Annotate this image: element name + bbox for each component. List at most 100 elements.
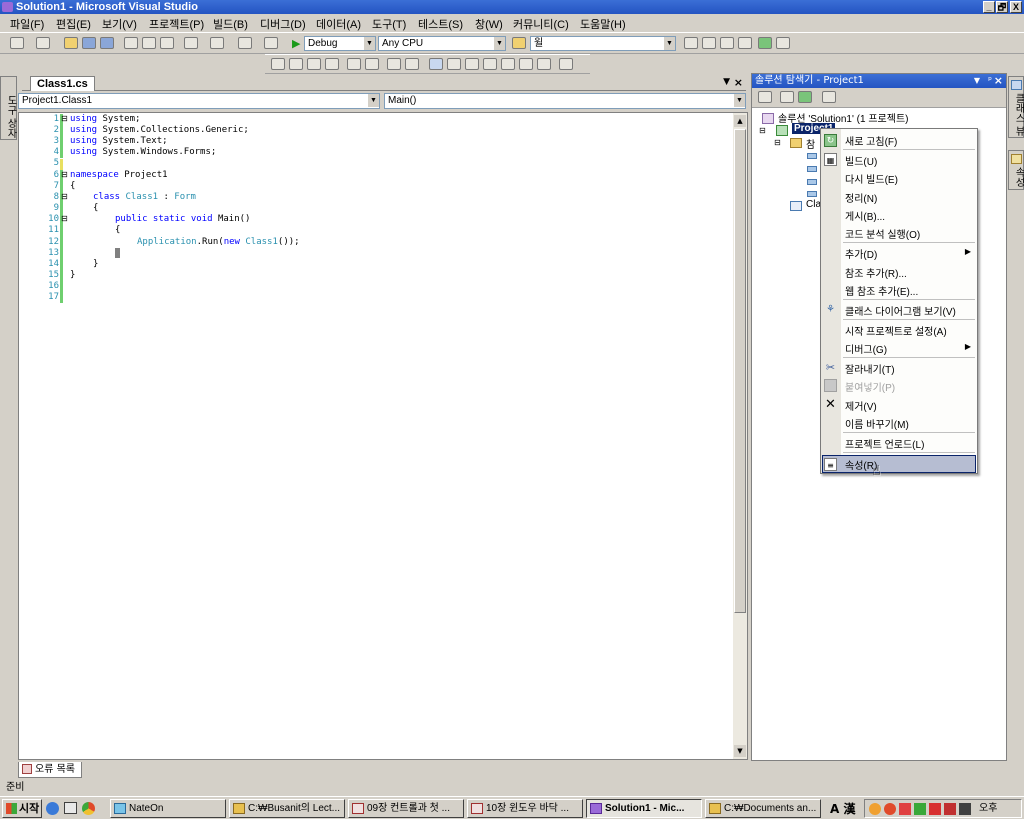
prev-bookmark-folder-icon[interactable] <box>483 58 497 70</box>
menu-debug[interactable]: 디버그(D) <box>260 16 306 32</box>
command-window-icon[interactable] <box>776 37 790 49</box>
collapse-icon[interactable]: ⊟ <box>759 126 766 135</box>
tray-app-icon[interactable] <box>884 803 896 815</box>
collapse-icon[interactable]: ⊟ <box>61 170 68 179</box>
add-item-icon[interactable] <box>36 37 50 49</box>
taskbar-item-visual-studio[interactable]: Solution1 - Mic... <box>586 799 702 818</box>
menu-debug[interactable]: 디버그(G) <box>845 341 887 356</box>
tray-app-icon[interactable] <box>929 803 941 815</box>
menu-add[interactable]: 추가(D) <box>845 246 877 261</box>
decrease-indent-icon[interactable] <box>347 58 361 70</box>
previous-bookmark-icon[interactable] <box>447 58 461 70</box>
copy-icon[interactable] <box>142 37 156 49</box>
start-button[interactable]: 시작 <box>2 799 42 818</box>
ime-language-indicator[interactable]: A 漢 <box>830 800 855 817</box>
object-browser-icon[interactable] <box>720 37 734 49</box>
menu-build[interactable]: 빌드(U) <box>845 153 877 168</box>
solution-explorer-icon[interactable] <box>684 37 698 49</box>
menu-data[interactable]: 데이터(A) <box>316 16 361 32</box>
menu-window[interactable]: 창(W) <box>475 16 503 32</box>
menu-project[interactable]: 프로젝트(P) <box>149 16 204 32</box>
prev-bookmark-doc-icon[interactable] <box>519 58 533 70</box>
menu-publish[interactable]: 게시(B)... <box>845 208 885 223</box>
close-button[interactable]: X <box>1010 1 1022 13</box>
menu-rename[interactable]: 이름 바꾸기(M) <box>845 416 909 431</box>
code-editor[interactable]: 1 2 3 4 5 6 7 8 9 10 11 12 13 14 15 16 1… <box>18 112 748 760</box>
navigate-back-icon[interactable] <box>238 37 252 49</box>
solution-config-combo[interactable]: Debug ▼ <box>304 36 376 51</box>
class-combo[interactable]: Project1.Class1 ▼ <box>18 93 380 109</box>
find-combo[interactable]: 윌 ▼ <box>530 36 676 51</box>
open-file-icon[interactable] <box>64 37 78 49</box>
taskbar-item-doc-10[interactable]: 10장 윈도우 바닥 ... <box>467 799 583 818</box>
menu-view[interactable]: 보기(V) <box>102 16 137 32</box>
tab-list-dropdown-icon[interactable]: ▼ <box>723 77 730 87</box>
tab-class1[interactable]: Class1.cs <box>30 76 95 91</box>
solution-explorer-title-bar[interactable]: 솔루션 탐색기 - Project1 ▼ ᵖ × <box>752 74 1006 88</box>
show-all-files-icon[interactable] <box>780 91 794 103</box>
toolbox-strip[interactable]: 도구 상자 <box>0 76 17 140</box>
save-all-icon[interactable] <box>100 37 114 49</box>
close-panel-icon[interactable]: × <box>994 74 1003 88</box>
menu-rebuild[interactable]: 다시 빌드(E) <box>845 171 898 186</box>
tray-app-icon[interactable] <box>914 803 926 815</box>
menu-cut[interactable]: 잘라내기(T) <box>845 361 895 376</box>
menu-clean[interactable]: 정리(N) <box>845 190 877 205</box>
restore-button[interactable]: 🗗 <box>996 1 1008 13</box>
error-list-tab[interactable]: 오류 목록 <box>18 762 82 778</box>
member-combo[interactable]: Main() ▼ <box>384 93 746 109</box>
parameter-info-icon[interactable] <box>289 58 303 70</box>
menu-tools[interactable]: 도구(T) <box>372 16 406 32</box>
menu-file[interactable]: 파일(F) <box>10 16 44 32</box>
redo-icon[interactable] <box>210 37 224 49</box>
scroll-thumb[interactable] <box>734 129 746 613</box>
collapse-icon[interactable]: ⊟ <box>61 114 68 123</box>
navigate-forward-icon[interactable] <box>264 37 278 49</box>
complete-word-icon[interactable] <box>325 58 339 70</box>
properties-strip[interactable]: 속성 <box>1008 150 1024 190</box>
menu-code-analysis[interactable]: 코드 분석 실행(O) <box>845 226 920 241</box>
view-class-diagram-icon[interactable] <box>822 91 836 103</box>
menu-test[interactable]: 테스트(S) <box>418 16 463 32</box>
save-icon[interactable] <box>82 37 96 49</box>
class-view-strip[interactable]: 클래스 뷰 <box>1008 76 1024 138</box>
menu-set-startup[interactable]: 시작 프로젝트로 설정(A) <box>845 323 947 338</box>
menu-add-web-reference[interactable]: 웹 참조 추가(E)... <box>845 283 918 298</box>
collapse-icon[interactable]: ⊟ <box>61 192 68 201</box>
taskbar-item-doc-09[interactable]: 09장 컨트롤과 첫 ... <box>348 799 464 818</box>
undo-icon[interactable] <box>184 37 198 49</box>
paste-icon[interactable] <box>160 37 174 49</box>
comment-icon[interactable] <box>387 58 401 70</box>
object-members-icon[interactable] <box>271 58 285 70</box>
next-bookmark-icon[interactable] <box>465 58 479 70</box>
properties-icon[interactable] <box>758 91 772 103</box>
new-project-icon[interactable] <box>10 37 24 49</box>
tree-item-class1[interactable]: Cla <box>806 199 821 210</box>
window-title-bar[interactable]: Solution1 - Microsoft Visual Studio _ 🗗 … <box>0 0 1024 14</box>
toolbox-icon[interactable] <box>738 37 752 49</box>
menu-unload-project[interactable]: 프로젝트 언로드(L) <box>845 436 924 451</box>
refresh-icon[interactable] <box>798 91 812 103</box>
tray-app-icon[interactable] <box>869 803 881 815</box>
clear-bookmarks-icon[interactable] <box>559 58 573 70</box>
show-desktop-icon[interactable] <box>64 802 77 814</box>
editor-vertical-scrollbar[interactable]: ▲ ▼ <box>733 113 747 759</box>
clock[interactable]: 오후 2:02 <box>979 800 1021 819</box>
cut-icon[interactable] <box>124 37 138 49</box>
menu-add-reference[interactable]: 참조 추가(R)... <box>845 265 907 280</box>
scroll-up-icon[interactable]: ▲ <box>734 115 746 127</box>
internet-explorer-icon[interactable] <box>46 802 59 815</box>
panel-dropdown-icon[interactable]: ▼ <box>974 74 980 88</box>
uncomment-icon[interactable] <box>405 58 419 70</box>
menu-paste[interactable]: 붙여넣기(P) <box>845 379 895 394</box>
tray-app-icon[interactable] <box>959 803 971 815</box>
tree-item-references[interactable]: 참 <box>806 136 815 151</box>
bookmark-icon[interactable] <box>429 58 443 70</box>
pin-icon[interactable]: ᵖ <box>988 74 992 88</box>
menu-help[interactable]: 도움말(H) <box>580 16 626 32</box>
close-document-icon[interactable]: × <box>734 76 743 89</box>
menu-refresh[interactable]: 새로 고침(F) <box>845 133 897 148</box>
menu-edit[interactable]: 편집(E) <box>56 16 91 32</box>
taskbar-item-folder-busanit[interactable]: C:₩Busanit의 Lect... <box>229 799 345 818</box>
start-debugging-icon[interactable]: ▶ <box>292 37 300 50</box>
